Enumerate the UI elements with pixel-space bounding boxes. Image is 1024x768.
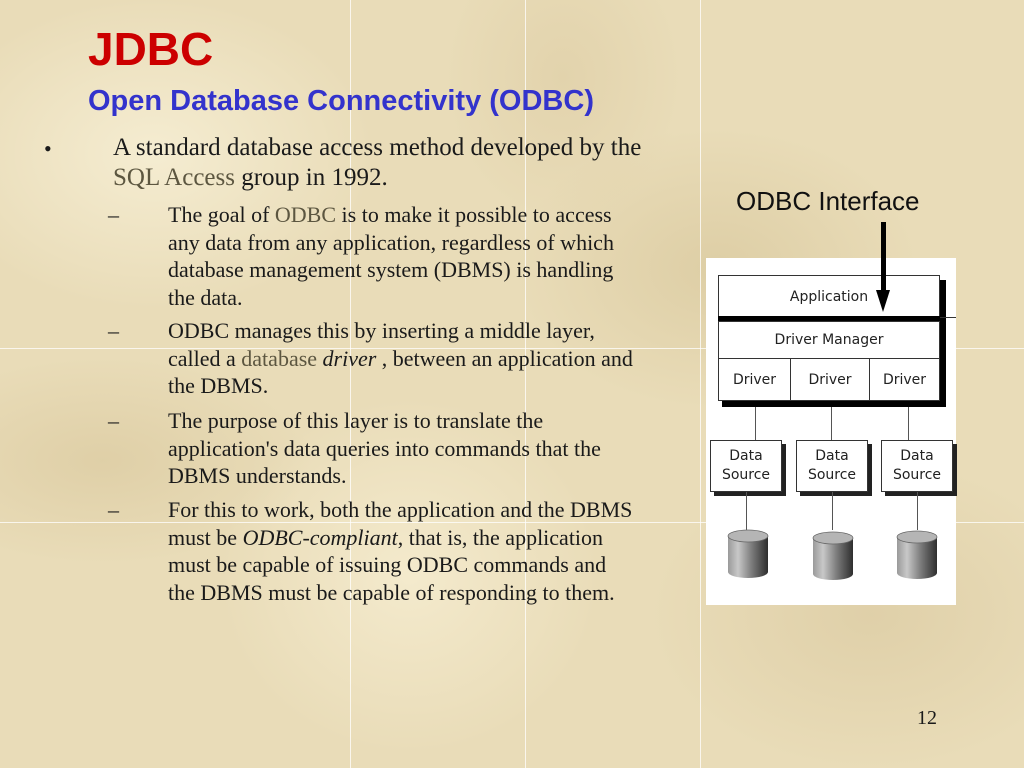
slide-title: JDBC	[88, 23, 214, 75]
data-source-box: Data Source	[710, 440, 782, 492]
bullet-text-part: group in 1992.	[234, 164, 388, 191]
application-label: Application	[789, 288, 869, 305]
sub-bullet-part: The goal of	[168, 202, 275, 227]
sub-bullet-marker: –	[108, 497, 119, 522]
sub-bullet-text: The goal of ODBC is to make it possible …	[168, 201, 638, 312]
grid-line	[700, 0, 701, 768]
sub-bullet-marker: –	[108, 408, 119, 433]
connector-line	[917, 492, 918, 530]
sub-bullet-text: For this to work, both the application a…	[168, 496, 638, 607]
driver-label: Driver	[882, 371, 927, 388]
database-icon	[812, 531, 854, 580]
bullet-text: A standard database access method develo…	[113, 133, 653, 193]
connector-line	[746, 492, 747, 530]
sub-bullet-text: ODBC manages this by inserting a middle …	[168, 317, 638, 400]
connector-line	[832, 492, 833, 530]
driver-label: Driver	[732, 371, 777, 388]
database-icon	[727, 529, 769, 578]
italic-driver: driver	[322, 345, 377, 371]
page-number: 12	[917, 707, 937, 729]
driver-box: Driver	[869, 358, 940, 401]
data-source-line1: Data	[729, 448, 763, 464]
arrow-icon	[881, 222, 886, 294]
sub-bullet-marker: –	[108, 202, 119, 227]
connector-line	[908, 407, 909, 440]
application-box: Application	[718, 275, 940, 318]
sub-bullet-part: The purpose of this layer is to translat…	[168, 408, 601, 489]
italic-odbc-compliant: ODBC-compliant	[242, 524, 398, 550]
bullet-text-part: A standard database access method develo…	[113, 134, 642, 161]
highlight-sql-access: SQL Access	[113, 164, 235, 191]
database-icon	[896, 530, 938, 579]
data-source-box: Data Source	[881, 440, 953, 492]
driver-manager-box: Driver Manager	[718, 321, 940, 359]
arrow-head-icon	[876, 290, 890, 312]
odbc-interface-label: ODBC Interface	[736, 186, 920, 216]
driver-box: Driver	[790, 358, 870, 401]
data-source-line2: Source	[721, 467, 771, 483]
connector-line	[755, 407, 756, 440]
interface-tick	[940, 317, 956, 318]
connector-line	[831, 407, 832, 440]
slide-subtitle: Open Database Connectivity (ODBC)	[88, 85, 594, 117]
data-source-line1: Data	[815, 448, 849, 464]
driver-box: Driver	[718, 358, 791, 401]
data-source-box: Data Source	[796, 440, 868, 492]
sub-bullet-marker: –	[108, 318, 119, 343]
data-source-line2: Source	[807, 467, 857, 483]
sub-bullet-text: The purpose of this layer is to translat…	[168, 407, 638, 490]
driver-label: Driver	[808, 371, 852, 388]
driver-manager-label: Driver Manager	[774, 332, 884, 348]
highlight-database: database	[241, 345, 318, 371]
data-source-line1: Data	[900, 448, 934, 464]
bullet-marker: •	[44, 136, 52, 161]
data-source-line2: Source	[892, 467, 942, 483]
highlight-odbc: ODBC	[274, 202, 337, 227]
